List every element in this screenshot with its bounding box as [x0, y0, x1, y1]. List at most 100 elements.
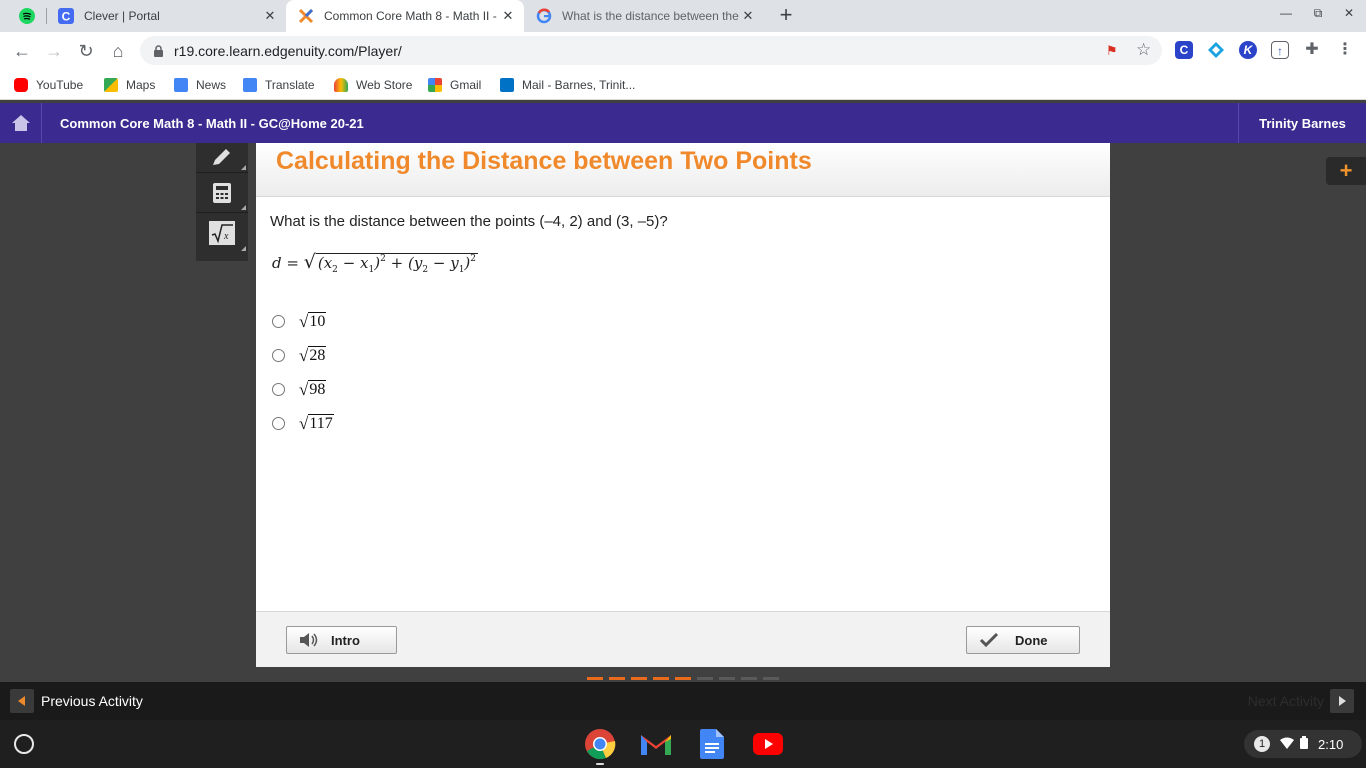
docs-icon[interactable] — [695, 728, 729, 760]
browser-tab-strip: C Clever | Portal ✕ Common Core Math 8 -… — [0, 0, 1366, 32]
answer-option[interactable]: √ 28 — [272, 343, 327, 367]
diamond-extension-icon[interactable] — [1207, 41, 1225, 59]
formula-radicand: (x2 − x1)2 + (y2 − y1)2 — [315, 253, 479, 275]
bookmark-maps[interactable]: Maps — [104, 76, 155, 94]
radio-button[interactable] — [272, 348, 285, 362]
close-icon[interactable]: ✕ — [262, 8, 278, 24]
activity-panel: Calculating the Distance between Two Poi… — [256, 143, 1110, 667]
progress-step[interactable] — [631, 677, 647, 680]
progress-step[interactable] — [719, 677, 735, 680]
bookmark-youtube[interactable]: YouTube — [14, 76, 83, 94]
activity-footer: Intro Done — [256, 611, 1110, 667]
radicand: 10 — [308, 311, 327, 330]
progress-step[interactable] — [741, 677, 757, 680]
restore-icon[interactable]: ⧉ — [1309, 6, 1327, 24]
reload-icon[interactable]: ↻ — [75, 40, 97, 62]
progress-step[interactable] — [763, 677, 779, 680]
minimize-icon[interactable]: — — [1277, 6, 1295, 24]
bookmark-star-icon[interactable]: ☆ — [1136, 40, 1151, 60]
formula-radical: √ — [303, 251, 316, 273]
bookmark-news[interactable]: News — [174, 76, 226, 94]
address-bar[interactable]: r19.core.learn.edgenuity.com/Player/ ⚑ ☆ — [140, 36, 1162, 65]
operator: − — [342, 254, 356, 272]
os-shelf: 1 2:10 — [0, 720, 1366, 768]
upload-extension-icon[interactable]: ↑ — [1271, 41, 1289, 59]
exponent: 2 — [470, 254, 477, 264]
lesson-header: Calculating the Distance between Two Poi… — [256, 143, 1110, 197]
var-x: x — [360, 254, 369, 272]
radical-sign: √ — [299, 413, 309, 433]
translate-icon — [243, 78, 257, 92]
google-icon — [536, 8, 552, 24]
formula-lhs: d = — [272, 254, 299, 272]
extensions-puzzle-icon[interactable]: ✚ — [1303, 41, 1321, 59]
next-activity-label[interactable]: Next Activity — [1248, 693, 1324, 709]
radio-button[interactable] — [272, 382, 285, 396]
previous-activity-button[interactable] — [10, 689, 34, 713]
radical-sign: √ — [299, 311, 309, 331]
progress-step[interactable] — [653, 677, 669, 680]
activity-progress — [549, 674, 817, 682]
tab-edgenuity[interactable]: Common Core Math 8 - Math II - ✕ — [286, 0, 524, 32]
bookmark-gmail[interactable]: Gmail — [428, 76, 481, 94]
new-tab-button[interactable]: + — [774, 4, 798, 28]
blocked-content-icon[interactable]: ⚑ — [1106, 43, 1118, 59]
forward-icon[interactable]: → — [43, 40, 65, 62]
arrow-right-icon — [1339, 696, 1346, 706]
bookmark-outlook-mail[interactable]: Mail - Barnes, Trinit... — [500, 76, 635, 94]
bookmark-label: Web Store — [356, 78, 413, 92]
close-icon[interactable]: ✕ — [740, 8, 756, 24]
activity-navigation: Previous Activity Next Activity — [0, 682, 1366, 720]
menu-icon[interactable]: ⋮ — [1336, 41, 1354, 59]
bookmark-web-store[interactable]: Web Store — [334, 76, 412, 94]
answer-option[interactable]: √ 10 — [272, 309, 327, 333]
launcher-icon[interactable] — [14, 734, 34, 754]
tools-sidebar: x — [196, 143, 248, 261]
close-window-icon[interactable]: ✕ — [1340, 6, 1358, 24]
radio-button[interactable] — [272, 416, 285, 430]
bookmark-label: Maps — [126, 78, 156, 92]
clever-extension-icon[interactable]: C — [1175, 41, 1193, 59]
intro-button[interactable]: Intro — [286, 626, 397, 654]
expand-corner — [241, 205, 246, 210]
formula-tool[interactable]: x — [196, 213, 248, 253]
answer-option[interactable]: √ 98 — [272, 377, 327, 401]
answer-option[interactable]: √ 117 — [272, 411, 334, 435]
answer-value: √ 98 — [299, 379, 327, 399]
plus-icon: + — [1339, 158, 1353, 183]
system-tray[interactable]: 1 2:10 — [1244, 730, 1362, 758]
radicand: 117 — [308, 413, 334, 432]
expand-panel-button[interactable]: + — [1326, 157, 1366, 185]
user-name[interactable]: Trinity Barnes — [1238, 103, 1366, 143]
chrome-icon[interactable] — [583, 728, 617, 760]
close-icon[interactable]: ✕ — [500, 8, 516, 24]
progress-step[interactable] — [697, 677, 713, 680]
gmail-icon — [428, 78, 442, 92]
tab-clever[interactable]: C Clever | Portal ✕ — [58, 0, 278, 32]
bookmark-translate[interactable]: Translate — [243, 76, 315, 94]
radio-button[interactable] — [272, 314, 285, 328]
previous-activity-label[interactable]: Previous Activity — [41, 693, 143, 709]
spotify-icon[interactable] — [19, 8, 35, 24]
calculator-tool[interactable] — [196, 173, 248, 213]
wifi-icon — [1280, 737, 1294, 752]
youtube-icon[interactable] — [751, 728, 785, 760]
tab-title: Common Core Math 8 - Math II - — [324, 9, 497, 23]
clever-icon: C — [58, 8, 74, 24]
home-icon[interactable]: ⌂ — [107, 40, 129, 62]
next-activity-button[interactable] — [1330, 689, 1354, 713]
home-button[interactable] — [0, 103, 42, 143]
progress-step[interactable] — [609, 677, 625, 680]
var-y: y — [450, 254, 459, 272]
progress-step[interactable] — [675, 677, 691, 680]
progress-step[interactable] — [587, 677, 603, 680]
gmail-icon[interactable] — [639, 728, 673, 760]
exponent: 2 — [380, 254, 386, 264]
highlighter-tool[interactable] — [196, 143, 248, 173]
course-title: Common Core Math 8 - Math II - GC@Home 2… — [60, 116, 364, 131]
tab-title: What is the distance between the — [562, 9, 739, 23]
back-icon[interactable]: ← — [11, 40, 33, 62]
tab-google-search[interactable]: What is the distance between the ✕ — [536, 0, 756, 32]
done-button[interactable]: Done — [966, 626, 1080, 654]
k-extension-icon[interactable]: K — [1239, 41, 1257, 59]
